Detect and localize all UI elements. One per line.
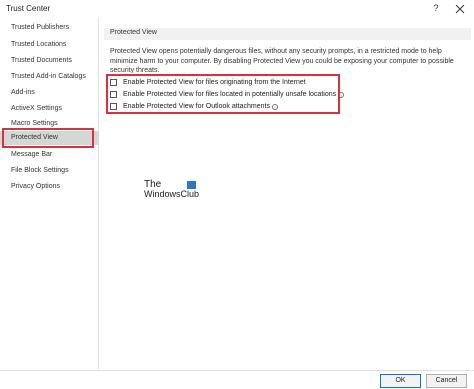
info-icon[interactable]: i: [271, 103, 278, 110]
sidebar: Trusted Publishers Trusted Locations Tru…: [0, 18, 99, 370]
sidebar-item-protected-view[interactable]: Protected View: [0, 131, 99, 145]
option-unsafe-locations[interactable]: Enable Protected View for files located …: [110, 89, 345, 100]
sidebar-item-file-block-settings[interactable]: File Block Settings: [0, 164, 99, 178]
info-icon[interactable]: i: [338, 91, 345, 98]
description-text: Protected View opens potentially dangero…: [110, 48, 454, 73]
sidebar-item-trusted-publishers[interactable]: Trusted Publishers: [0, 21, 99, 35]
watermark-line2: WindowsClub: [144, 189, 200, 199]
sidebar-item-addins[interactable]: Add-ins: [0, 86, 99, 100]
outlook-attachments-label: Enable Protected View for Outlook attach…: [123, 103, 270, 110]
sidebar-item-activex-settings[interactable]: ActiveX Settings: [0, 102, 99, 116]
internet-files-label: Enable Protected View for files originat…: [123, 79, 306, 86]
sidebar-item-trusted-documents[interactable]: Trusted Documents: [0, 54, 99, 68]
internet-files-checkbox[interactable]: [110, 79, 117, 86]
main-panel: Protected View Protected View opens pote…: [100, 18, 474, 370]
outlook-attachments-checkbox[interactable]: [110, 103, 117, 110]
title-bar: Trust Center ?: [0, 0, 474, 18]
sidebar-item-macro-settings[interactable]: Macro Settings: [0, 117, 99, 131]
sidebar-item-privacy-options[interactable]: Privacy Options: [0, 180, 99, 194]
window-title: Trust Center: [6, 4, 51, 13]
footer: OK Cancel: [0, 370, 474, 389]
sidebar-item-trusted-addin-catalogs[interactable]: Trusted Add-in Catalogs: [0, 70, 99, 84]
watermark-logo: The WindowsClub: [144, 179, 204, 203]
close-icon[interactable]: [454, 2, 466, 14]
option-internet-files[interactable]: Enable Protected View for files originat…: [110, 77, 306, 88]
unsafe-locations-label: Enable Protected View for files located …: [123, 91, 337, 98]
help-button[interactable]: ?: [431, 3, 441, 13]
unsafe-locations-checkbox[interactable]: [110, 91, 117, 98]
sidebar-item-message-bar[interactable]: Message Bar: [0, 148, 99, 162]
section-header: Protected View: [104, 28, 471, 40]
section-title: Protected View: [110, 29, 157, 36]
option-outlook-attachments[interactable]: Enable Protected View for Outlook attach…: [110, 101, 278, 112]
cancel-button[interactable]: Cancel: [426, 374, 467, 388]
sidebar-item-trusted-locations[interactable]: Trusted Locations: [0, 38, 99, 52]
windows-logo-icon: [187, 181, 196, 189]
ok-button[interactable]: OK: [380, 374, 421, 388]
